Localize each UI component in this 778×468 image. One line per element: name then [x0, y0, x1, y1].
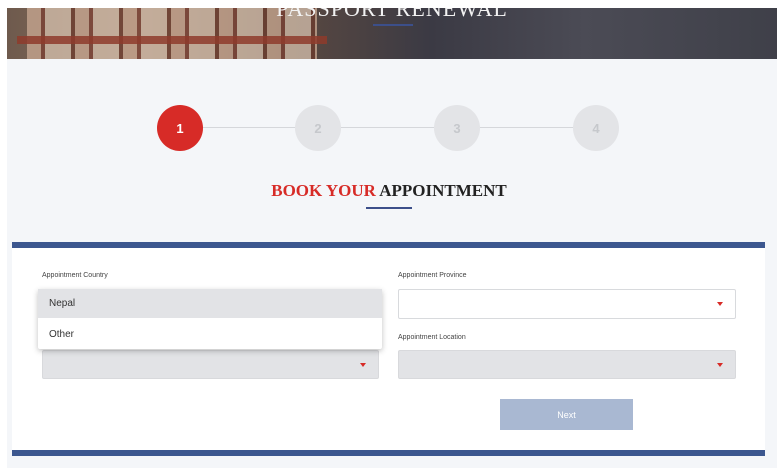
dropdown-option-nepal[interactable]: Nepal — [38, 289, 382, 318]
chevron-down-icon — [717, 302, 723, 306]
step-2: 2 — [295, 105, 341, 151]
appointment-country-secondary-select[interactable] — [42, 350, 379, 379]
appointment-form-card — [12, 242, 765, 456]
heading-dark-part: APPOINTMENT — [379, 181, 507, 200]
dropdown-option-other[interactable]: Other — [38, 320, 382, 349]
step-1: 1 — [157, 105, 203, 151]
heading-red-part: BOOK YOUR — [271, 181, 376, 200]
country-dropdown-menu: Nepal Other — [38, 289, 382, 349]
stepper-line — [180, 127, 596, 128]
appointment-location-label: Appointment Location — [398, 334, 466, 341]
chevron-down-icon — [717, 362, 723, 367]
appointment-province-label: Appointment Province — [398, 272, 467, 279]
next-button[interactable]: Next — [500, 399, 633, 430]
step-4: 4 — [573, 105, 619, 151]
header-banner: PASSPORT RENEWAL — [7, 8, 777, 59]
banner-title-underline — [373, 24, 413, 26]
page-heading: BOOK YOUR APPOINTMENT — [0, 181, 778, 201]
appointment-province-select[interactable] — [398, 289, 736, 319]
building-roof — [17, 36, 327, 44]
step-3: 3 — [434, 105, 480, 151]
banner-title: PASSPORT RENEWAL — [276, 8, 508, 21]
appointment-country-label: Appointment Country — [42, 272, 108, 279]
appointment-location-select[interactable] — [398, 350, 736, 379]
chevron-down-icon — [360, 362, 366, 367]
heading-underline — [366, 207, 412, 209]
